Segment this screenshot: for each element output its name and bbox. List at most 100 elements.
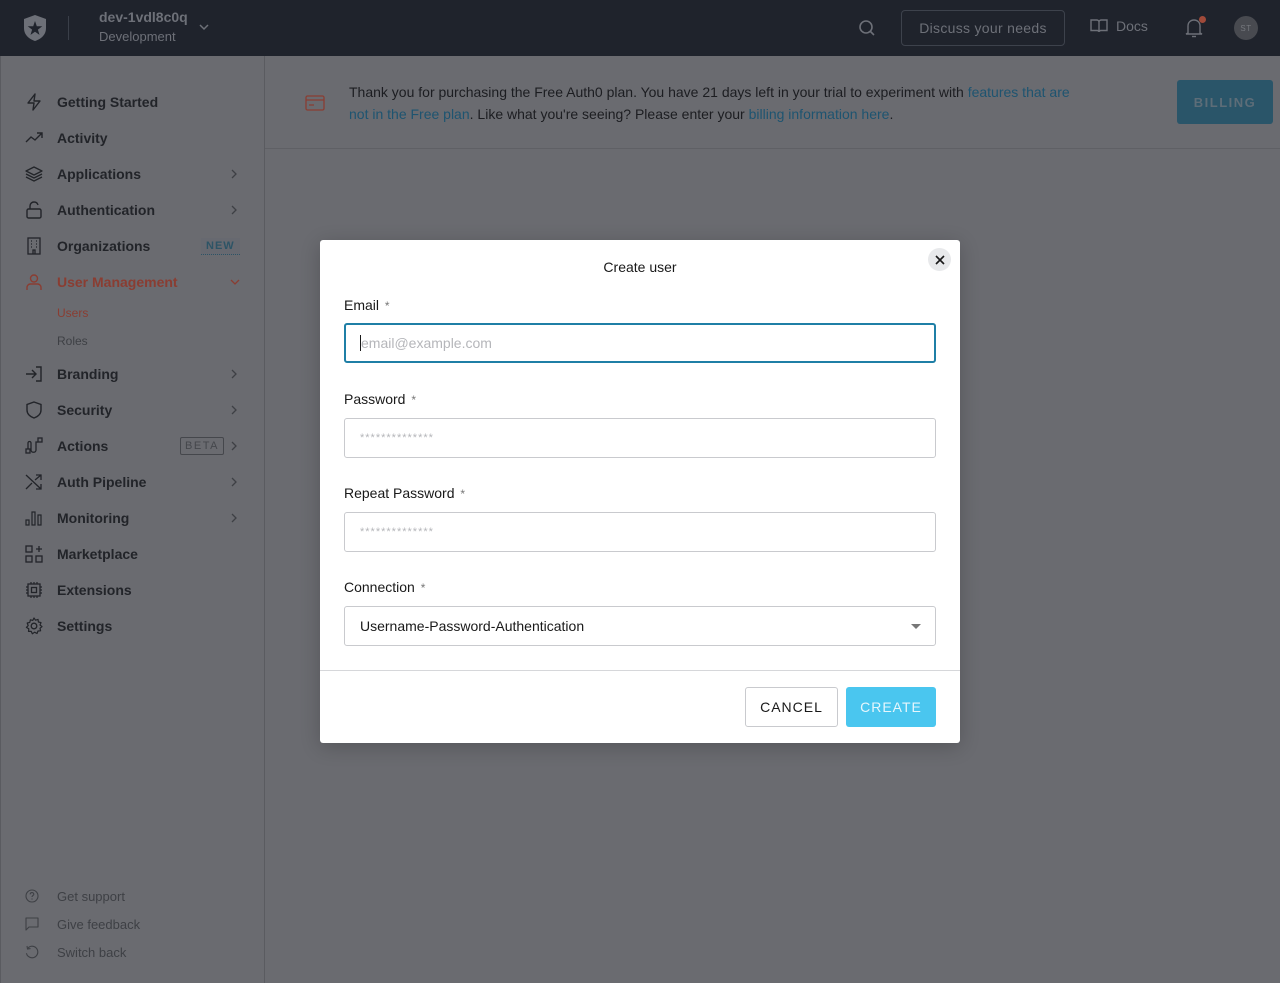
gear-icon — [25, 617, 43, 635]
top-bar: dev-1vdl8c0q Development Discuss your ne… — [0, 0, 1280, 56]
divider — [68, 16, 69, 40]
email-label-text: Email — [344, 297, 380, 313]
sign-in-icon — [26, 366, 42, 382]
billing-button[interactable]: BILLING — [1177, 80, 1273, 124]
actions-flow-icon — [25, 437, 43, 454]
chip-icon — [26, 582, 42, 598]
email-placeholder: email@example.com — [361, 335, 492, 351]
sidebar-item-label: Security — [57, 402, 113, 418]
grid-plus-icon — [25, 545, 43, 563]
tenant-switcher[interactable]: dev-1vdl8c0q Development — [99, 9, 188, 44]
chevron-right-icon — [231, 513, 237, 523]
close-button[interactable] — [928, 248, 951, 271]
repeat-password-label-text: Repeat Password — [344, 485, 455, 501]
chevron-right-icon — [231, 441, 237, 451]
trial-banner: Thank you for purchasing the Free Auth0 … — [265, 56, 1280, 149]
switch-back-label: Switch back — [57, 944, 127, 960]
dropdown-arrow-icon — [911, 624, 921, 629]
connection-value: Username-Password-Authentication — [360, 618, 585, 634]
chevron-right-icon — [231, 205, 237, 215]
repeat-password-placeholder: ************** — [360, 526, 434, 538]
auth0-logo-icon[interactable] — [22, 14, 48, 42]
required-mark: * — [460, 487, 466, 501]
repeat-password-field[interactable]: ************** — [344, 512, 936, 552]
sidebar-item-authentication[interactable]: Authentication — [1, 192, 265, 228]
sidebar-item-label: Monitoring — [57, 510, 130, 526]
credit-card-icon — [305, 95, 325, 111]
notification-dot — [1199, 16, 1206, 23]
connection-label: Connection * — [344, 579, 425, 595]
password-label: Password * — [344, 391, 416, 407]
sidebar-item-monitoring[interactable]: Monitoring — [1, 500, 265, 536]
layers-icon — [25, 166, 43, 182]
password-placeholder: ************** — [360, 432, 434, 444]
banner-text-1: Thank you for purchasing the Free Auth0 … — [349, 84, 968, 100]
sidebar-item-marketplace[interactable]: Marketplace — [1, 536, 265, 572]
tenant-name: dev-1vdl8c0q — [99, 9, 188, 25]
banner-text-3: . — [889, 106, 894, 122]
sidebar-item-label: Auth Pipeline — [57, 474, 147, 490]
dialog-title: Create user — [603, 259, 677, 275]
email-label: Email * — [344, 297, 390, 313]
required-mark: * — [411, 393, 417, 407]
repeat-password-label: Repeat Password * — [344, 485, 465, 501]
password-label-text: Password — [344, 391, 406, 407]
tenant-environment: Development — [99, 29, 176, 44]
discuss-your-needs-button[interactable]: Discuss your needs — [901, 10, 1065, 46]
chevron-down-icon[interactable] — [198, 22, 210, 32]
trending-up-icon — [25, 132, 43, 143]
sidebar-subitem-users[interactable]: Users — [57, 306, 88, 320]
avatar[interactable]: ST — [1234, 16, 1258, 40]
sidebar-item-activity[interactable]: Activity — [1, 120, 265, 156]
create-user-dialog: Create user Email * email@example.com Pa… — [320, 240, 960, 743]
chevron-down-icon — [230, 279, 240, 285]
lightning-icon — [27, 93, 41, 111]
sidebar-item-user-management[interactable]: User Management — [1, 264, 265, 300]
sidebar-item-security[interactable]: Security — [1, 392, 265, 428]
email-field[interactable]: email@example.com — [344, 323, 936, 363]
lock-icon — [26, 201, 42, 219]
chevron-right-icon — [231, 405, 237, 415]
sidebar-item-label: Applications — [57, 166, 142, 182]
sidebar-item-label: Extensions — [57, 582, 132, 598]
give-feedback-link[interactable]: Give feedback — [1, 913, 265, 935]
book-icon — [1090, 19, 1108, 33]
required-mark: * — [420, 581, 426, 595]
search-icon[interactable] — [858, 19, 876, 37]
sidebar-item-label: Marketplace — [57, 546, 138, 562]
sidebar-subitem-roles[interactable]: Roles — [57, 334, 88, 348]
shuffle-icon — [25, 474, 42, 490]
sidebar: Getting Started Activity Applications Au… — [0, 56, 265, 983]
get-support-label: Get support — [57, 888, 125, 904]
shield-icon — [26, 401, 42, 419]
sidebar-item-extensions[interactable]: Extensions — [1, 572, 265, 608]
sidebar-item-applications[interactable]: Applications — [1, 156, 265, 192]
switch-back-link[interactable]: Switch back — [1, 941, 265, 963]
rotate-ccw-icon — [25, 945, 39, 959]
sidebar-item-label: Organizations — [57, 238, 151, 254]
sidebar-item-organizations[interactable]: Organizations NEW — [1, 228, 265, 264]
sidebar-item-settings[interactable]: Settings — [1, 608, 265, 644]
sidebar-item-actions[interactable]: Actions BETA — [1, 428, 265, 464]
get-support-link[interactable]: Get support — [1, 885, 265, 907]
chevron-right-icon — [231, 169, 237, 179]
building-icon — [27, 237, 41, 255]
chevron-right-icon — [231, 369, 237, 379]
banner-text-2: . Like what you're seeing? Please enter … — [469, 106, 749, 122]
close-icon — [934, 254, 945, 265]
password-field[interactable]: ************** — [344, 418, 936, 458]
cancel-button[interactable]: CANCEL — [745, 687, 838, 727]
connection-select[interactable]: Username-Password-Authentication — [344, 606, 936, 646]
bar-chart-icon — [25, 511, 42, 526]
docs-link[interactable]: Docs — [1090, 18, 1148, 34]
create-button[interactable]: CREATE — [846, 687, 936, 727]
connection-label-text: Connection — [344, 579, 415, 595]
user-icon — [26, 274, 42, 290]
new-badge: NEW — [201, 237, 240, 255]
sidebar-item-auth-pipeline[interactable]: Auth Pipeline — [1, 464, 265, 500]
billing-info-link[interactable]: billing information here — [749, 106, 890, 122]
banner-message: Thank you for purchasing the Free Auth0 … — [349, 81, 1089, 125]
sidebar-item-label: Actions — [57, 438, 109, 454]
sidebar-item-getting-started[interactable]: Getting Started — [1, 84, 265, 120]
sidebar-item-branding[interactable]: Branding — [1, 356, 265, 392]
